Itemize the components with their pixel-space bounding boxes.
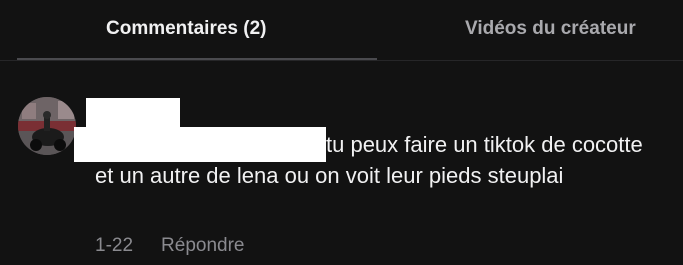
comment-item: tu peux faire un tiktok de cocotte et un… (0, 61, 683, 265)
avatar[interactable] (18, 97, 76, 155)
comment-date: 1-22 (95, 235, 134, 256)
comment-text: tu peux faire un tiktok de cocotte et un… (95, 132, 643, 188)
tab-creator-videos[interactable]: Vidéos du créateur (465, 18, 636, 40)
tab-comments[interactable]: Commentaires (2) (106, 18, 267, 40)
reply-button[interactable]: Répondre (161, 235, 244, 256)
tab-bar: Commentaires (2) Vidéos du créateur (0, 0, 683, 60)
comment-meta: 1-22 Répondre (95, 235, 244, 257)
avatar-photo-icon (18, 97, 76, 155)
